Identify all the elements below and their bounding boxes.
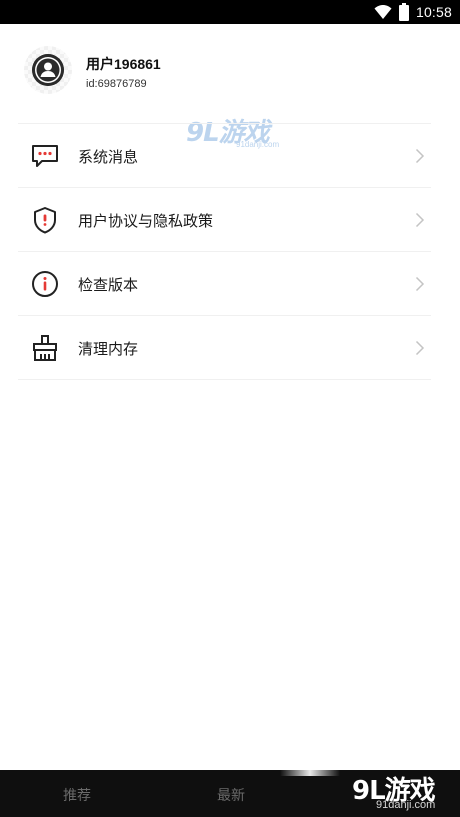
chevron-right-icon: [415, 340, 425, 356]
user-avatar-icon: [32, 54, 64, 86]
shield-icon: [30, 205, 60, 235]
chevron-right-icon: [415, 212, 425, 228]
menu-item-label: 用户协议与隐私政策: [78, 212, 214, 230]
message-icon: [30, 141, 60, 171]
menu-item-clear-memory[interactable]: 清理内存: [18, 316, 431, 380]
bottom-watermark-url: 91danji.com: [376, 799, 436, 811]
status-icons: 10:58: [374, 3, 452, 21]
info-icon: [30, 269, 60, 299]
menu-item-label: 系统消息: [78, 148, 139, 166]
broom-icon: [30, 333, 60, 363]
menu-item-check-version[interactable]: 检查版本: [18, 252, 431, 316]
user-id: id:69876789: [86, 78, 147, 90]
menu-item-user-agreement[interactable]: 用户协议与隐私政策: [18, 188, 431, 252]
settings-menu: 系统消息 用户协议与隐私政策 检查版本 清理内存: [18, 123, 431, 380]
username: 用户196861: [86, 56, 161, 72]
menu-item-label: 清理内存: [78, 340, 139, 358]
status-bar: 10:58: [0, 0, 460, 24]
bottom-bar-highlight: [280, 770, 340, 776]
tab-recommend[interactable]: 推荐: [63, 785, 91, 805]
battery-icon: [398, 3, 410, 21]
menu-item-label: 检查版本: [78, 276, 139, 294]
wifi-icon: [374, 4, 392, 20]
menu-item-system-messages[interactable]: 系统消息: [18, 124, 431, 188]
status-time: 10:58: [415, 4, 452, 20]
profile-header: 用户196861 id:69876789: [0, 24, 460, 120]
avatar[interactable]: [24, 46, 72, 94]
chevron-right-icon: [415, 276, 425, 292]
chevron-right-icon: [415, 148, 425, 164]
bottom-tab-bar: 推荐 最新 9L游戏 91danji.com: [0, 770, 460, 817]
tab-latest[interactable]: 最新: [217, 785, 245, 805]
